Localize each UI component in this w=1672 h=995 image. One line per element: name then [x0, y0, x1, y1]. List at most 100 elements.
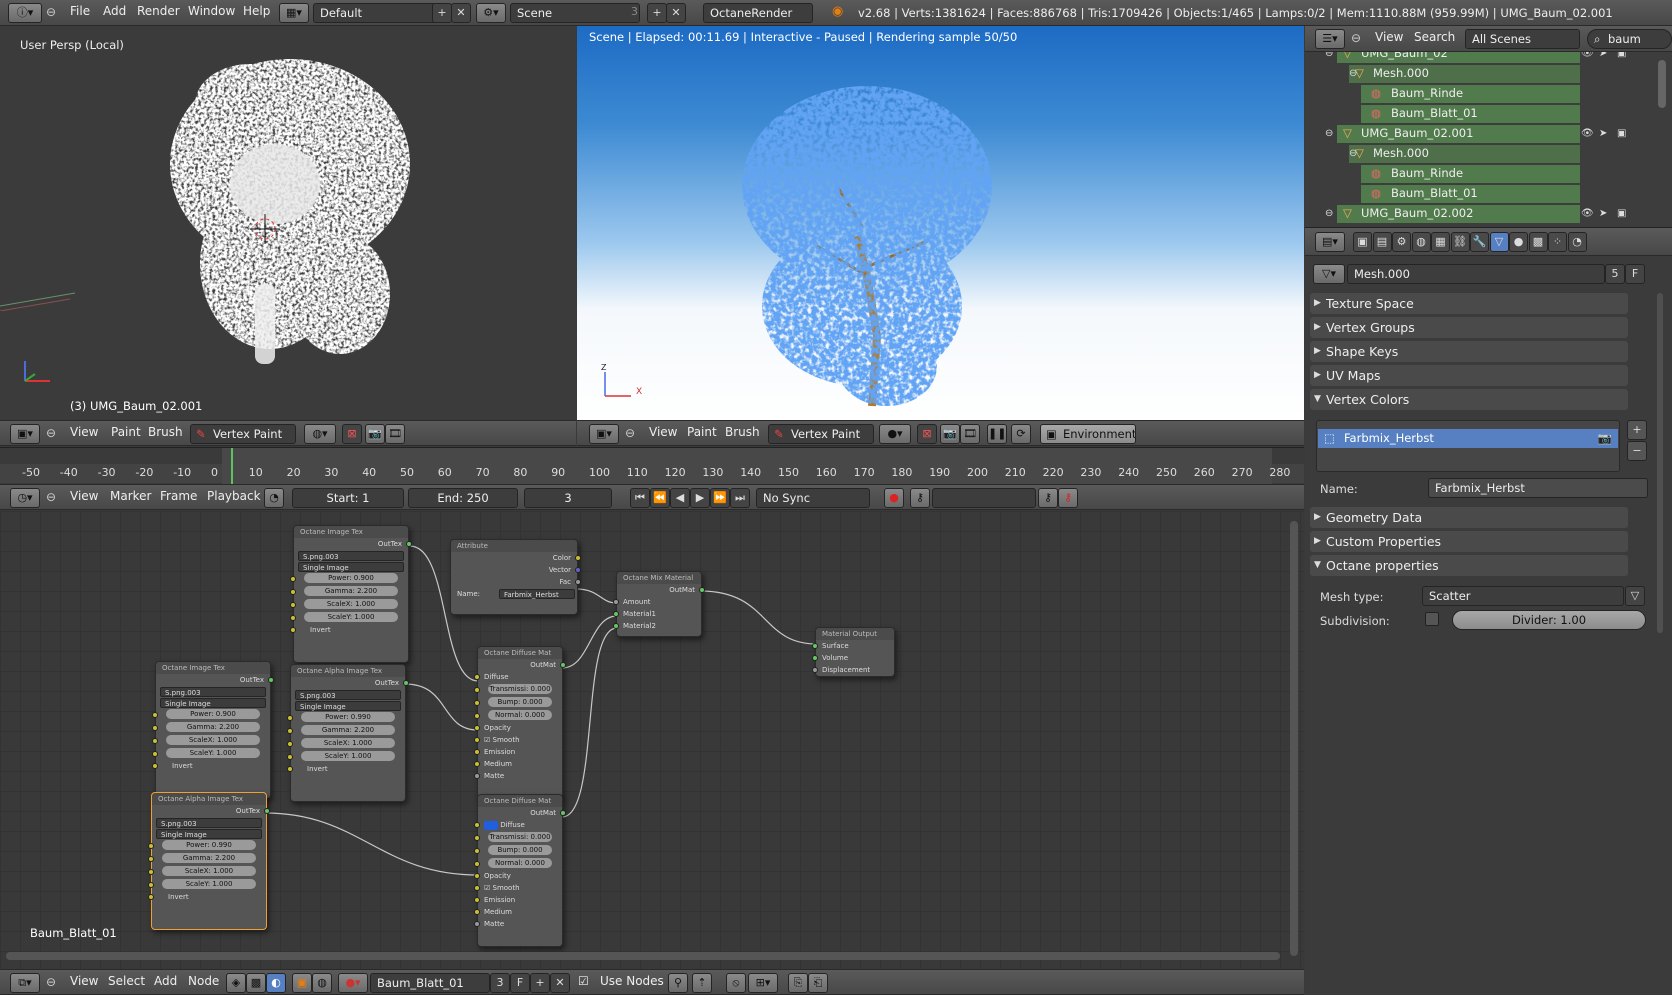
collapse-toggle-icon[interactable]: ⊖	[1349, 64, 1357, 83]
vertex-color-add-icon[interactable]: +	[1627, 420, 1647, 440]
socket-in[interactable]	[152, 751, 158, 757]
collapse-icon[interactable]: ⊖	[46, 975, 56, 989]
scaley-slider[interactable]: ScaleY: 1.000	[166, 748, 260, 758]
vertex-color-remove-icon[interactable]: −	[1627, 441, 1647, 461]
material-users[interactable]: 3	[490, 973, 510, 993]
node-mix-material[interactable]: Octane Mix Material OutMat Amount Materi…	[613, 571, 705, 637]
smooth-checkbox[interactable]: ☑	[484, 736, 493, 744]
transmission-slider[interactable]: Transmissi: 0.000	[488, 832, 552, 842]
layout-add-icon[interactable]: +	[432, 3, 452, 23]
outliner-item[interactable]: ▽ ⊖ UMG_Baum_02.001 👁 ➤ ▣	[1305, 124, 1626, 143]
menu-frame[interactable]: Frame	[160, 489, 197, 503]
divider-field[interactable]: Divider: 1.00	[1452, 610, 1646, 630]
gamma-slider[interactable]: Gamma: 2.200	[166, 722, 260, 732]
node-image-tex-1[interactable]: Octane Image Tex OutTex S.png.003 Single…	[290, 525, 412, 663]
end-frame-field[interactable]: End: 250	[408, 488, 518, 508]
material-remove-icon[interactable]: ✕	[550, 973, 570, 993]
socket-in[interactable]	[613, 623, 619, 629]
sync-select[interactable]: No Sync	[756, 488, 870, 508]
menu-paint[interactable]: Paint	[111, 425, 141, 439]
panel-geometry-data[interactable]: ▶ Geometry Data	[1310, 507, 1628, 528]
socket-out[interactable]	[403, 680, 409, 686]
environment-button[interactable]: ▣ Environment	[1040, 424, 1136, 444]
layout-field[interactable]: Default	[313, 3, 438, 23]
vcol-name-field[interactable]: Farbmix_Herbst	[1428, 478, 1648, 498]
socket-in[interactable]	[812, 667, 818, 673]
cursor-icon[interactable]: ➤	[1599, 52, 1607, 63]
menu-add[interactable]: Add	[103, 4, 126, 18]
shading-icon[interactable]: ◍▾	[304, 424, 336, 444]
render-toggle-icon[interactable]: ▣	[1617, 204, 1626, 223]
image-file-field[interactable]: S.png.003	[160, 687, 266, 697]
socket-in[interactable]	[287, 741, 293, 747]
collapse-icon[interactable]: ⊖	[625, 426, 635, 440]
delete-key-icon[interactable]: ⚷	[1058, 488, 1078, 508]
socket-in[interactable]	[812, 655, 818, 661]
normal-slider[interactable]: Normal: 0.000	[488, 710, 552, 720]
mesh-data-icon[interactable]: ▽▾	[1313, 264, 1345, 284]
render-tab-icon[interactable]: ▣	[1353, 232, 1372, 252]
editor-type-icon[interactable]: ◷▾	[10, 488, 40, 508]
menu-file[interactable]: File	[70, 4, 90, 18]
socket-in[interactable]	[474, 873, 480, 879]
menu-view[interactable]: View	[70, 974, 98, 988]
display-mode-select[interactable]: All Scenes	[1465, 29, 1580, 49]
outliner-item[interactable]: ▽ ⊖ UMG_Baum_02.002 👁 ➤ ▣	[1305, 204, 1626, 223]
material-add-icon[interactable]: +	[530, 973, 550, 993]
pause-icon[interactable]: ❚❚	[987, 424, 1007, 444]
node-diffuse-mat-2[interactable]: Octane Diffuse Mat OutMat Diffuse Transm…	[474, 794, 566, 947]
render-anim-icon[interactable]: 🎞	[385, 424, 405, 444]
image-source-select[interactable]: Single Image	[160, 698, 266, 708]
socket-in[interactable]	[152, 738, 158, 744]
shading-icon[interactable]: ●▾	[879, 424, 911, 444]
image-file-field[interactable]: S.png.003	[298, 551, 404, 561]
socket-out[interactable]	[268, 677, 274, 683]
play-icon[interactable]: ▶	[690, 488, 710, 508]
shader-nodes-icon[interactable]: ◈	[226, 973, 246, 993]
outliner-item[interactable]: ▽ ⊖ Mesh.000	[1305, 144, 1585, 163]
scaley-slider[interactable]: ScaleY: 1.000	[162, 879, 256, 889]
scalex-slider[interactable]: ScaleX: 1.000	[162, 866, 256, 876]
object-shader-icon[interactable]: ▣	[292, 973, 312, 993]
node-alpha-image-tex-1[interactable]: Octane Alpha Image Tex OutTex S.png.003 …	[287, 664, 409, 802]
socket-in[interactable]	[474, 687, 480, 693]
scaley-slider[interactable]: ScaleY: 1.000	[304, 612, 398, 622]
world-tab-icon[interactable]: ◍	[1411, 232, 1431, 252]
socket-in[interactable]	[474, 725, 480, 731]
menu-search[interactable]: Search	[1414, 30, 1455, 44]
mask-icon[interactable]: ⊠	[342, 424, 362, 444]
menu-view[interactable]: View	[1375, 30, 1403, 44]
socket-in[interactable]	[474, 822, 480, 828]
collapse-icon[interactable]: ⊖	[46, 5, 56, 19]
socket-in[interactable]	[152, 725, 158, 731]
eye-icon[interactable]: 👁	[1581, 52, 1594, 63]
outliner-scrollbar[interactable]	[1658, 60, 1666, 108]
layout-remove-icon[interactable]: ✕	[451, 3, 471, 23]
node-material-output[interactable]: Material Output Surface Volume Displacem…	[812, 627, 895, 677]
normal-slider[interactable]: Normal: 0.000	[488, 858, 552, 868]
power-slider[interactable]: Power: 0.900	[304, 573, 398, 583]
scalex-slider[interactable]: ScaleX: 1.000	[166, 735, 260, 745]
material-name-field[interactable]: Baum_Blatt_01	[370, 973, 490, 993]
smooth-checkbox[interactable]: ☑	[484, 884, 493, 892]
socket-in[interactable]	[287, 766, 293, 772]
socket-in[interactable]	[474, 713, 480, 719]
socket-in[interactable]	[474, 909, 480, 915]
keying-set-field[interactable]	[932, 488, 1036, 508]
compositing-nodes-icon[interactable]: ◐	[266, 973, 286, 993]
render-viewport[interactable]: Scene | Elapsed: 00:11.69 | Interactive …	[577, 26, 1304, 420]
render-engine-select[interactable]: OctaneRender	[703, 3, 813, 23]
subdivision-checkbox[interactable]	[1425, 612, 1439, 626]
mesh-name-field[interactable]: Mesh.000	[1347, 264, 1605, 284]
socket-out[interactable]	[406, 541, 412, 547]
editor-type-icon[interactable]: ▣▾	[10, 424, 40, 444]
menu-help[interactable]: Help	[243, 4, 270, 18]
socket-in[interactable]	[290, 576, 296, 582]
socket-out[interactable]	[575, 567, 581, 573]
socket-in[interactable]	[148, 894, 154, 900]
scene-tab-icon[interactable]: ⚙	[1392, 232, 1411, 252]
socket-in[interactable]	[148, 856, 154, 862]
menu-view[interactable]: View	[70, 489, 98, 503]
active-render-icon[interactable]: 📷	[1598, 429, 1612, 448]
bump-slider[interactable]: Bump: 0.000	[488, 845, 552, 855]
